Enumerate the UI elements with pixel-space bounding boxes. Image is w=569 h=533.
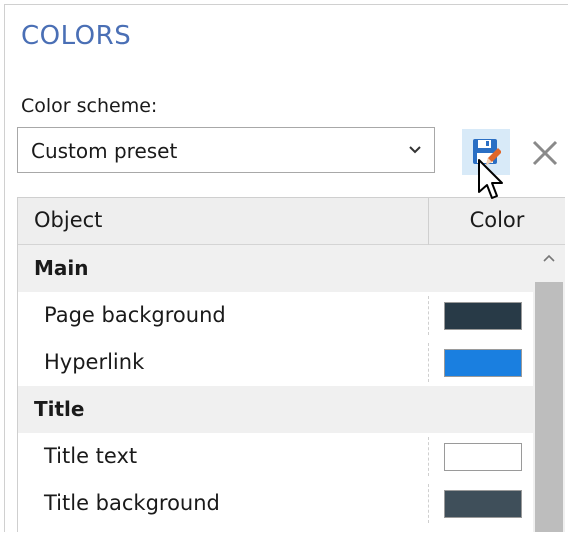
delete-preset-icon[interactable] xyxy=(527,135,563,171)
grid-row[interactable]: Page background xyxy=(18,292,533,339)
grid-rows: Main Page background Hyperlink Title Tit… xyxy=(18,245,533,527)
scrollbar-thumb[interactable] xyxy=(535,282,563,532)
cell-divider xyxy=(428,437,429,476)
group-row-main[interactable]: Main xyxy=(18,245,533,292)
color-scheme-value: Custom preset xyxy=(31,139,178,163)
column-header-color[interactable]: Color xyxy=(429,208,565,232)
color-swatch[interactable] xyxy=(444,302,522,330)
row-label: Title text xyxy=(44,444,138,468)
color-scheme-dropdown[interactable]: Custom preset xyxy=(17,127,435,173)
colors-panel: COLORS Color scheme: Custom preset Objec… xyxy=(4,4,568,532)
color-swatch[interactable] xyxy=(444,490,522,518)
color-swatch[interactable] xyxy=(444,443,522,471)
color-swatch[interactable] xyxy=(444,349,522,377)
section-title: COLORS xyxy=(21,21,132,51)
grid-row[interactable]: Hyperlink xyxy=(18,339,533,386)
row-label: Title background xyxy=(44,491,220,515)
row-label: Hyperlink xyxy=(44,350,145,374)
row-label: Page background xyxy=(44,303,226,327)
color-grid: Object Color Main Page background Hyperl… xyxy=(17,197,565,532)
cell-divider xyxy=(428,296,429,335)
save-floppy-icon xyxy=(473,139,501,165)
grid-row[interactable]: Title text xyxy=(18,433,533,480)
vertical-scrollbar[interactable] xyxy=(533,245,565,532)
grid-row[interactable]: Title background xyxy=(18,480,533,527)
chevron-down-icon xyxy=(409,146,421,154)
cell-divider xyxy=(428,484,429,523)
group-label: Title xyxy=(34,397,85,421)
save-preset-button[interactable] xyxy=(462,129,510,175)
group-row-title[interactable]: Title xyxy=(18,386,533,433)
cell-divider xyxy=(428,343,429,382)
grid-header: Object Color xyxy=(18,198,565,245)
group-label: Main xyxy=(34,256,89,280)
color-scheme-label: Color scheme: xyxy=(21,95,158,117)
chevron-up-icon[interactable] xyxy=(543,254,555,262)
column-header-object[interactable]: Object xyxy=(34,208,102,232)
